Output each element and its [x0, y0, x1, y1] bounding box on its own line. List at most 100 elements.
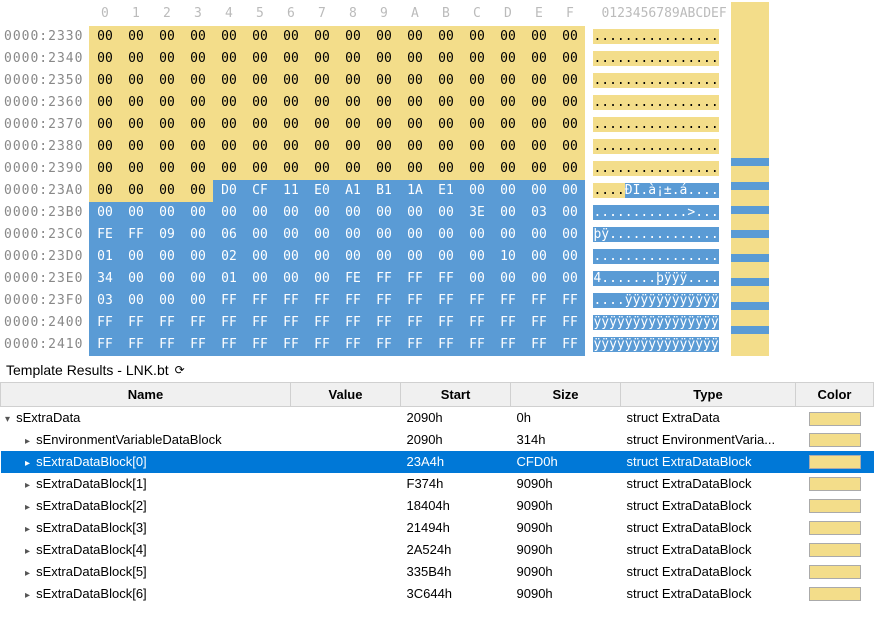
hex-cell[interactable]: 00 [182, 202, 213, 224]
table-row[interactable]: ▾ sExtraData2090h0hstruct ExtraData [1, 407, 874, 429]
hex-cell[interactable]: B1 [368, 180, 399, 202]
hex-cell[interactable]: FF [399, 312, 430, 334]
hex-cell[interactable]: 00 [337, 26, 368, 48]
hex-cell[interactable]: 00 [523, 136, 554, 158]
hex-cell[interactable]: 00 [554, 70, 585, 92]
hex-cell[interactable]: 00 [554, 158, 585, 180]
hex-cell[interactable]: 00 [492, 268, 523, 290]
hex-cell[interactable]: 00 [151, 202, 182, 224]
hex-cell[interactable]: 00 [213, 202, 244, 224]
hex-cell[interactable]: FF [368, 312, 399, 334]
hex-cell[interactable]: FF [244, 334, 275, 356]
hex-cell[interactable]: FF [213, 334, 244, 356]
hex-cell[interactable]: 00 [306, 92, 337, 114]
expand-icon[interactable]: ▸ [23, 568, 33, 579]
col-start[interactable]: Start [401, 383, 511, 407]
hex-cell[interactable]: FF [151, 312, 182, 334]
hex-cell[interactable]: 00 [399, 224, 430, 246]
hex-cell[interactable]: 00 [306, 48, 337, 70]
hex-cell[interactable]: 00 [120, 268, 151, 290]
hex-cell[interactable]: 00 [120, 246, 151, 268]
hex-cell[interactable]: 00 [306, 70, 337, 92]
hex-cell[interactable]: FF [492, 290, 523, 312]
hex-cell[interactable]: 00 [182, 136, 213, 158]
hex-cell[interactable]: FF [430, 334, 461, 356]
hex-cell[interactable]: 00 [151, 158, 182, 180]
hex-cell[interactable]: 00 [368, 48, 399, 70]
hex-cell[interactable]: 00 [306, 158, 337, 180]
hex-cell[interactable]: FF [523, 334, 554, 356]
hex-cell[interactable]: 00 [151, 136, 182, 158]
hex-cell[interactable]: 03 [523, 202, 554, 224]
hex-cell[interactable]: 00 [492, 136, 523, 158]
hex-cell[interactable]: FE [337, 268, 368, 290]
hex-cell[interactable]: 00 [151, 268, 182, 290]
hex-cell[interactable]: FF [554, 312, 585, 334]
hex-cell[interactable]: FF [182, 334, 213, 356]
hex-cell[interactable]: 00 [430, 202, 461, 224]
hex-cell[interactable]: 00 [554, 92, 585, 114]
hex-cell[interactable]: 00 [554, 136, 585, 158]
hex-cell[interactable]: 00 [151, 180, 182, 202]
hex-cell[interactable]: 00 [399, 26, 430, 48]
hex-cell[interactable]: CF [244, 180, 275, 202]
table-row[interactable]: ▸ sExtraDataBlock[0]23A4hCFD0hstruct Ext… [1, 451, 874, 473]
hex-cell[interactable]: FF [213, 312, 244, 334]
hex-cell[interactable]: 00 [492, 158, 523, 180]
hex-cell[interactable]: 00 [120, 70, 151, 92]
hex-cell[interactable]: 00 [399, 92, 430, 114]
ascii-row[interactable]: ................ [593, 114, 726, 136]
hex-cell[interactable]: 00 [120, 114, 151, 136]
hex-cell[interactable]: 00 [554, 224, 585, 246]
hex-cell[interactable]: FF [492, 334, 523, 356]
hex-row[interactable]: 00000000000000000000000000000000 [89, 26, 585, 48]
ascii-row[interactable]: ÿÿÿÿÿÿÿÿÿÿÿÿÿÿÿÿ [593, 312, 726, 334]
hex-cell[interactable]: 00 [89, 48, 120, 70]
hex-cell[interactable]: 00 [151, 114, 182, 136]
hex-cell[interactable]: D0 [213, 180, 244, 202]
hex-cell[interactable]: 00 [244, 114, 275, 136]
hex-cell[interactable]: 00 [399, 114, 430, 136]
hex-cell[interactable]: 00 [275, 136, 306, 158]
hex-cell[interactable]: 00 [337, 114, 368, 136]
hex-cell[interactable]: 00 [244, 136, 275, 158]
hex-cell[interactable]: 00 [151, 26, 182, 48]
hex-cell[interactable]: FF [368, 334, 399, 356]
hex-cell[interactable]: FF [523, 290, 554, 312]
hex-cell[interactable]: 00 [89, 92, 120, 114]
hex-cell[interactable]: FF [244, 290, 275, 312]
hex-cell[interactable]: 00 [523, 268, 554, 290]
hex-cell[interactable]: 00 [182, 158, 213, 180]
hex-cell[interactable]: FF [306, 334, 337, 356]
ascii-row[interactable]: ....ÐÏ.à¡±.á.... [593, 180, 726, 202]
table-row[interactable]: ▸ sExtraDataBlock[1]F374h9090hstruct Ext… [1, 473, 874, 495]
hex-cell[interactable]: 00 [120, 92, 151, 114]
minimap[interactable] [731, 2, 769, 356]
hex-cell[interactable]: 00 [430, 26, 461, 48]
hex-cell[interactable]: 00 [213, 26, 244, 48]
hex-cell[interactable]: 00 [244, 26, 275, 48]
hex-cell[interactable]: E0 [306, 180, 337, 202]
table-row[interactable]: ▸ sExtraDataBlock[3]21494h9090hstruct Ex… [1, 517, 874, 539]
hex-cell[interactable]: FF [337, 290, 368, 312]
expand-icon[interactable]: ▾ [3, 414, 13, 425]
hex-cell[interactable]: 00 [461, 48, 492, 70]
hex-cell[interactable]: 00 [182, 268, 213, 290]
hex-cell[interactable]: 00 [337, 48, 368, 70]
hex-cell[interactable]: 00 [523, 114, 554, 136]
hex-cell[interactable]: 00 [492, 180, 523, 202]
hex-cell[interactable]: 00 [182, 180, 213, 202]
hex-cell[interactable]: FF [244, 312, 275, 334]
hex-cell[interactable]: 00 [430, 246, 461, 268]
hex-cell[interactable]: 00 [554, 180, 585, 202]
hex-row[interactable]: 00000000000000000000000000000000 [89, 158, 585, 180]
hex-cell[interactable]: 00 [182, 92, 213, 114]
hex-cell[interactable]: 00 [275, 158, 306, 180]
hex-row[interactable]: 00000000000000000000000000000000 [89, 48, 585, 70]
hex-cell[interactable]: 00 [337, 158, 368, 180]
hex-cell[interactable]: FE [89, 224, 120, 246]
hex-cell[interactable]: 00 [120, 26, 151, 48]
col-value[interactable]: Value [291, 383, 401, 407]
hex-cell[interactable]: 00 [554, 114, 585, 136]
hex-cell[interactable]: 00 [89, 202, 120, 224]
